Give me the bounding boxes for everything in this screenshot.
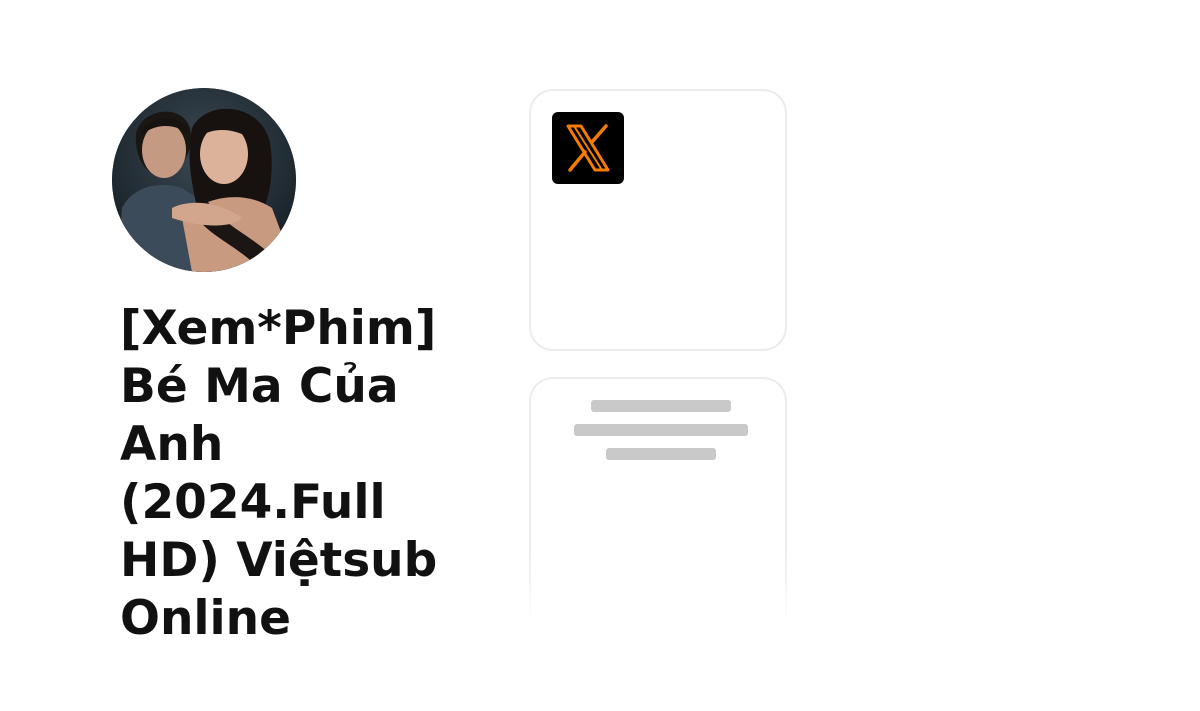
avatar-photo-icon xyxy=(112,88,296,272)
skeleton-line xyxy=(606,448,716,460)
link-in-bio-page: [Xem*Phim] Bé Ma Của Anh (2024.Full HD) … xyxy=(0,0,1200,711)
skeleton-line xyxy=(574,424,748,436)
x-logo-icon xyxy=(552,112,624,184)
link-card-x[interactable] xyxy=(529,89,787,351)
profile-avatar xyxy=(112,88,296,272)
link-card-loading[interactable] xyxy=(529,377,787,637)
page-title: [Xem*Phim] Bé Ma Của Anh (2024.Full HD) … xyxy=(120,301,438,646)
skeleton-line xyxy=(591,400,731,412)
